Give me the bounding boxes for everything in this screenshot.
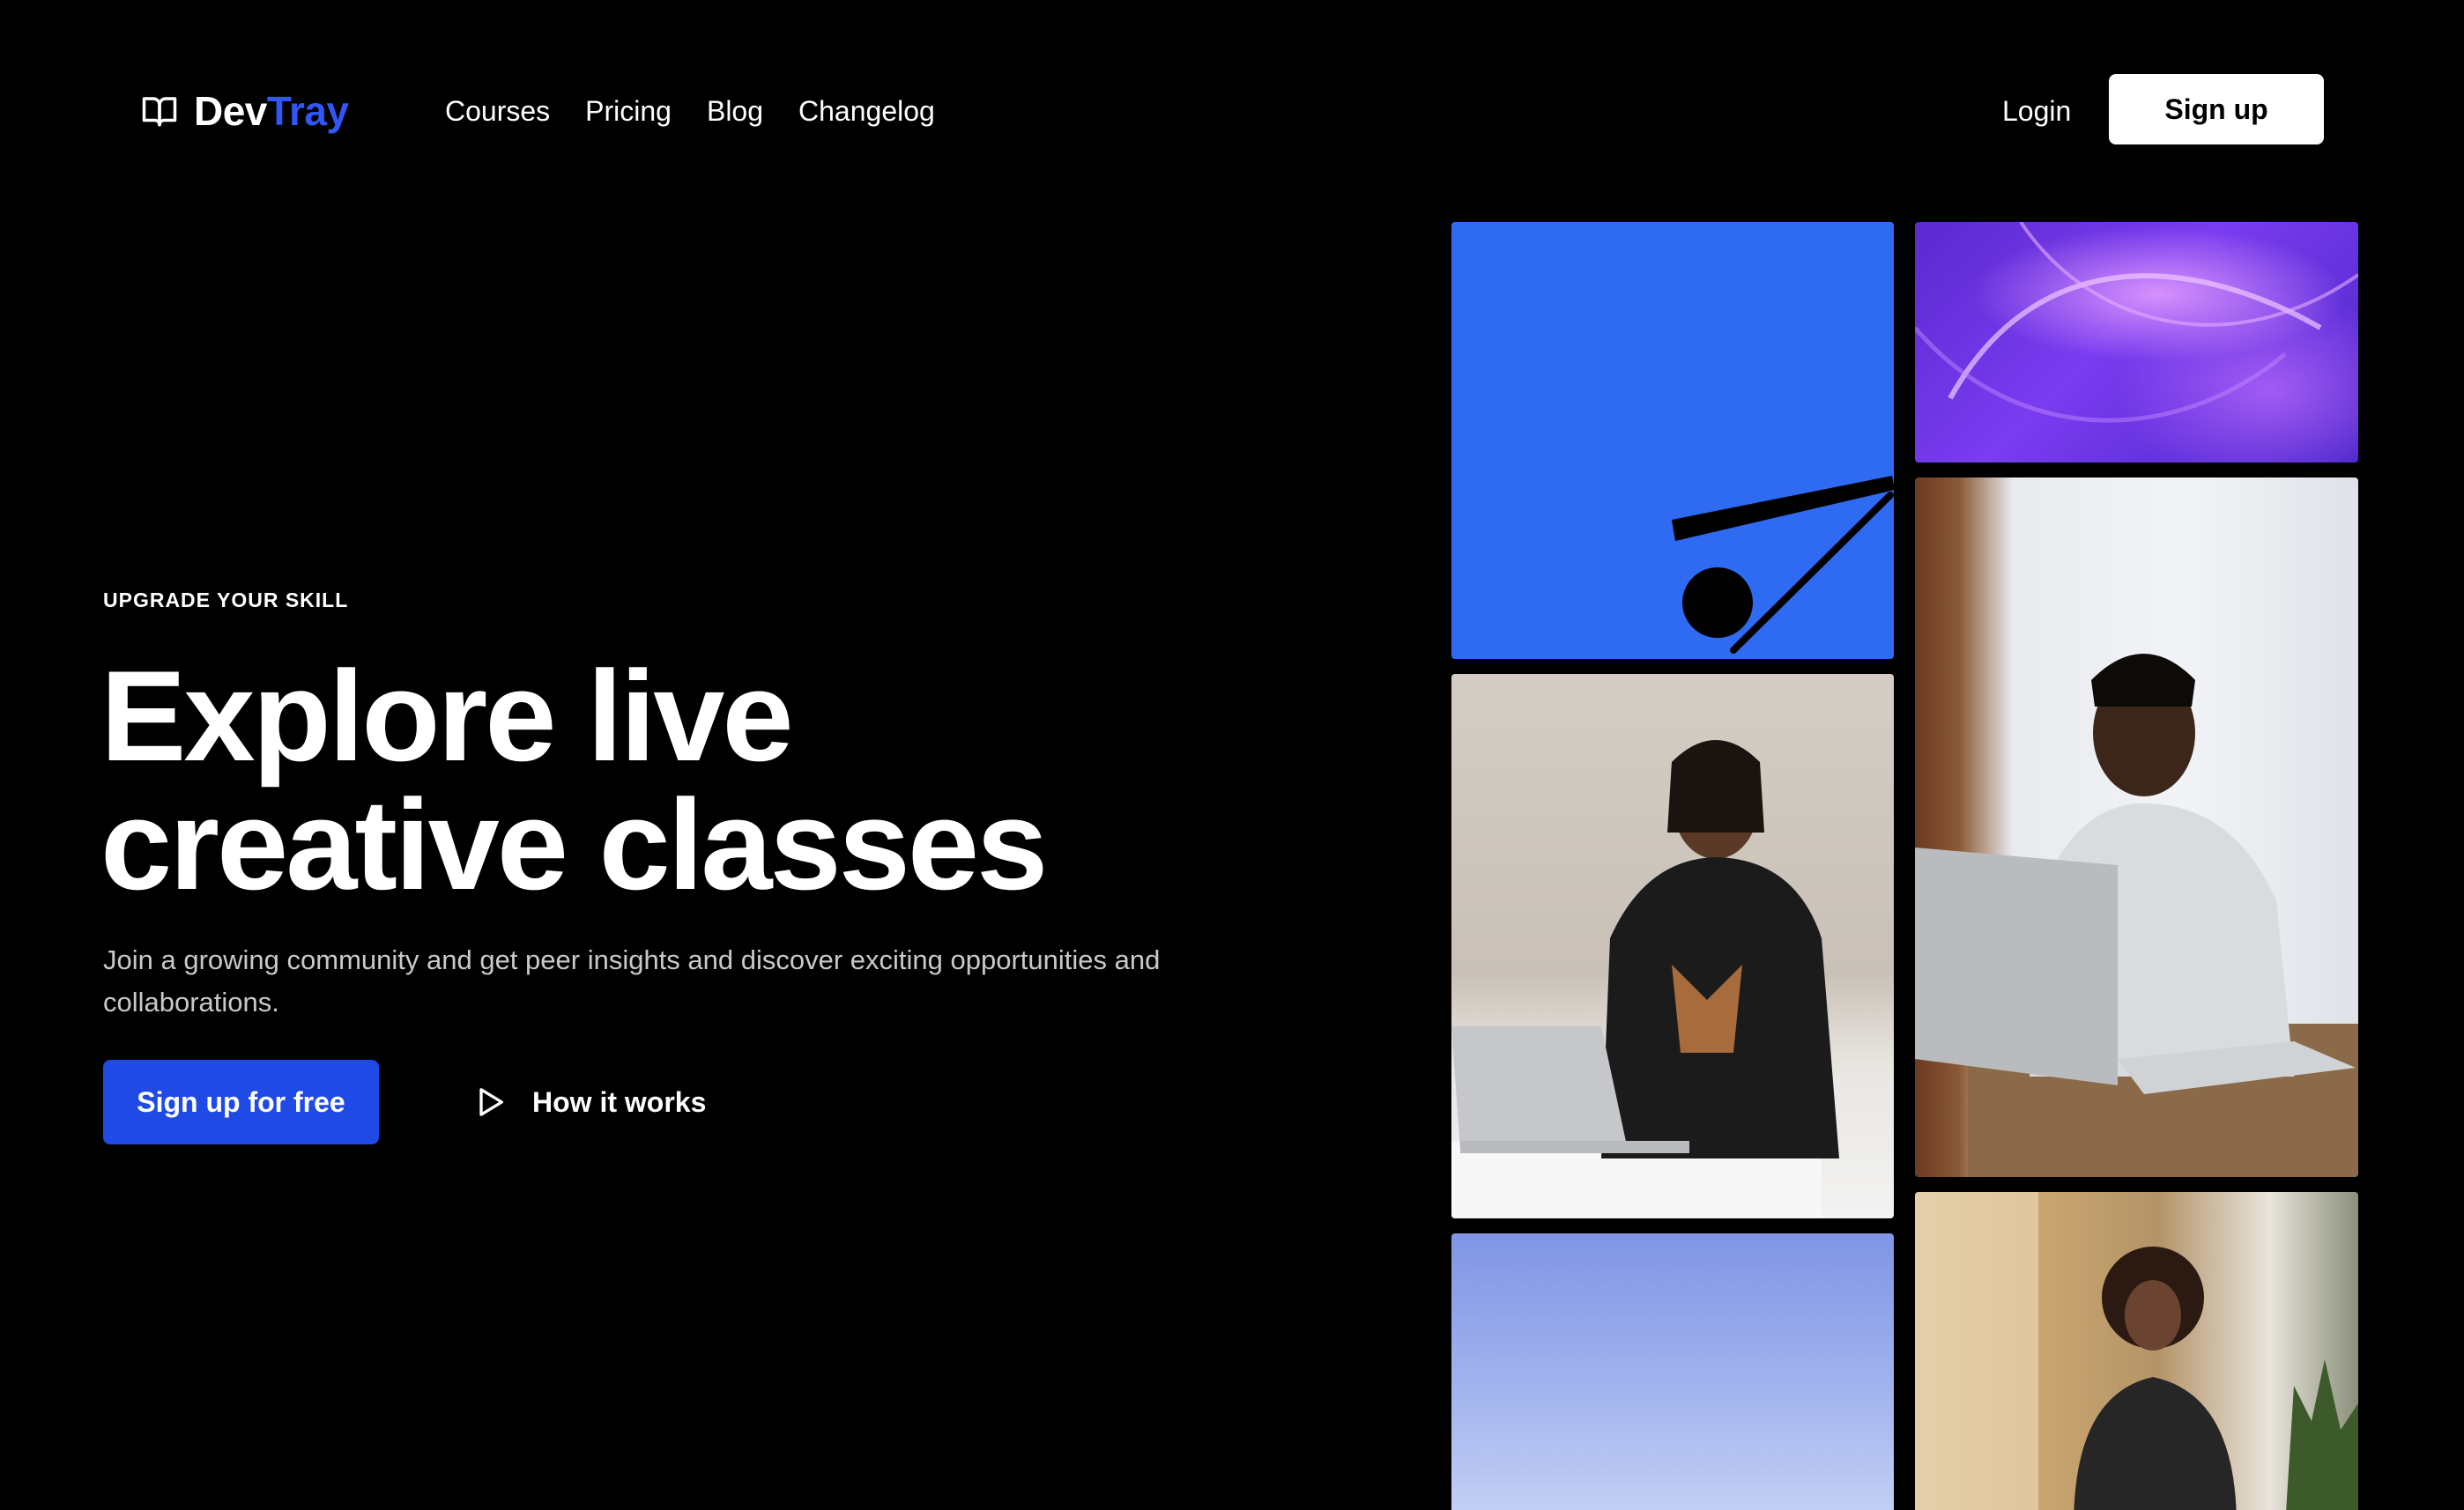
abstract-illustration-image: [1451, 222, 1894, 659]
nav-pricing[interactable]: Pricing: [585, 92, 672, 130]
signup-button[interactable]: Sign up: [2109, 74, 2324, 144]
headline-line-2: creative classes: [100, 773, 1048, 916]
man-with-laptop-image: [1451, 674, 1894, 1218]
hero-headline: Explore live creative classes: [100, 652, 1246, 909]
hero-subtext: Join a growing community and get peer in…: [103, 944, 1161, 1018]
headline-line-1: Explore live: [100, 644, 794, 788]
main-nav: Courses Pricing Blog Changelog: [445, 92, 935, 130]
brand-logo[interactable]: DevTray: [141, 86, 349, 136]
nav-blog[interactable]: Blog: [707, 92, 763, 130]
hero-eyebrow: UPGRADE YOUR SKILL: [103, 588, 349, 611]
student-with-laptop-image: [1915, 477, 2358, 1177]
how-it-works-button[interactable]: How it works: [472, 1078, 706, 1126]
book-open-icon: [142, 97, 177, 127]
login-link[interactable]: Login: [2002, 92, 2071, 130]
how-it-works-label: How it works: [532, 1085, 707, 1118]
brand-name: DevTray: [194, 88, 349, 134]
abstract-light-image: [1915, 222, 2358, 463]
nav-changelog[interactable]: Changelog: [798, 92, 935, 130]
woman-with-phone-image: [1915, 1192, 2358, 1510]
sky-image: [1451, 1233, 1894, 1510]
nav-courses[interactable]: Courses: [445, 92, 550, 130]
play-icon: [479, 1088, 503, 1116]
signup-free-button[interactable]: Sign up for free: [103, 1060, 379, 1144]
